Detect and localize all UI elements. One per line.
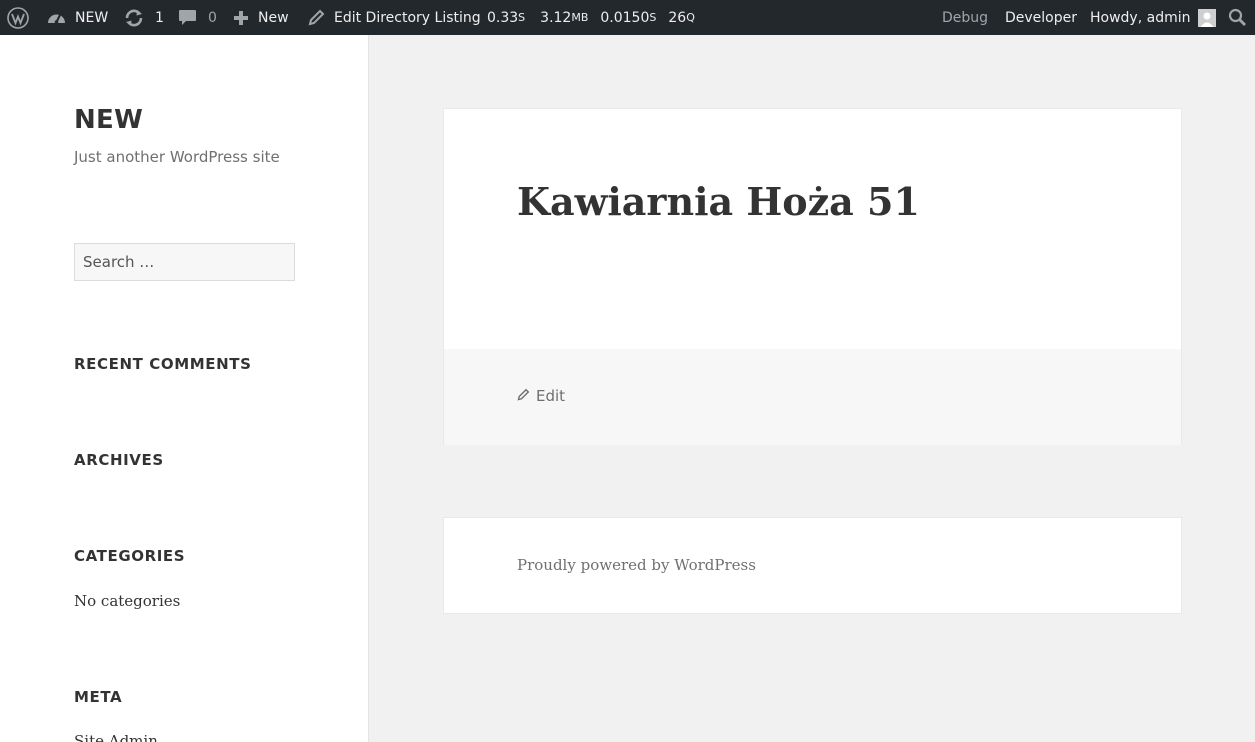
page-time-value: 0.33 [487,9,519,26]
dashboard-icon [47,10,66,26]
meta-site-admin-link[interactable]: Site Admin [74,732,158,742]
comment-bubble-icon [178,9,197,26]
developer-label: Developer [1005,9,1078,26]
plus-icon [233,10,249,26]
site-footer: Proudly powered by WordPress [443,517,1182,614]
site-name-menu[interactable]: NEW [47,0,108,35]
db-time-value: 0.0150 [600,9,650,26]
howdy-label: Howdy, admin [1090,9,1191,26]
post-title: Kawiarnia Hoża 51 [517,179,920,224]
queries-value: 26 [668,9,687,26]
my-account-menu[interactable]: Howdy, admin [1090,0,1217,35]
powered-by-link[interactable]: Proudly powered by WordPress [517,556,756,574]
pencil-icon [307,9,325,27]
avatar [1198,8,1217,27]
db-time-unit: S [649,11,657,24]
admin-bar: NEW 1 0 New Edit Directory Listing 0.33 … [0,0,1255,35]
site-name-label: NEW [75,9,109,26]
query-monitor-stats[interactable]: 0.33 S 3.12 MB 0.0150 S 26 Q [487,0,695,35]
wordpress-logo-icon[interactable] [7,0,29,35]
search-input[interactable] [74,243,295,281]
archives-title: ARCHIVES [74,451,164,469]
categories-title: CATEGORIES [74,547,186,565]
memory-value: 3.12 [540,9,572,26]
meta-title: META [74,688,123,706]
post-footer: Edit [444,349,1181,445]
comments-menu[interactable]: 0 [178,0,217,35]
meta-site-admin-label: Site Admin [74,732,158,742]
categories-empty-text: No categories [74,592,181,610]
new-content-menu[interactable]: New [233,0,289,35]
edit-listing-link[interactable]: Edit Directory Listing [307,0,481,35]
recent-comments-title: RECENT COMMENTS [74,355,252,373]
search-icon[interactable] [1228,0,1247,35]
developer-menu[interactable]: Developer [1005,0,1077,35]
site-title[interactable]: NEW [74,105,143,135]
post-article: Kawiarnia Hoża 51 Edit [443,108,1182,445]
debug-label: Debug [942,9,989,26]
debug-menu[interactable]: Debug [942,0,988,35]
memory-unit: MB [571,11,589,24]
new-label: New [258,9,289,26]
updates-count: 1 [155,9,164,26]
updates-menu[interactable]: 1 [124,0,164,35]
queries-unit: Q [686,11,695,24]
edit-label: Edit [536,387,566,405]
page-time-unit: S [518,11,526,24]
site-description: Just another WordPress site [74,148,280,166]
refresh-icon [124,9,144,27]
sidebar: NEW Just another WordPress site RECENT C… [0,35,369,742]
comments-count: 0 [208,9,217,26]
pencil-icon [517,387,536,405]
edit-listing-label: Edit Directory Listing [334,9,481,26]
edit-post-link[interactable]: Edit [517,387,565,405]
